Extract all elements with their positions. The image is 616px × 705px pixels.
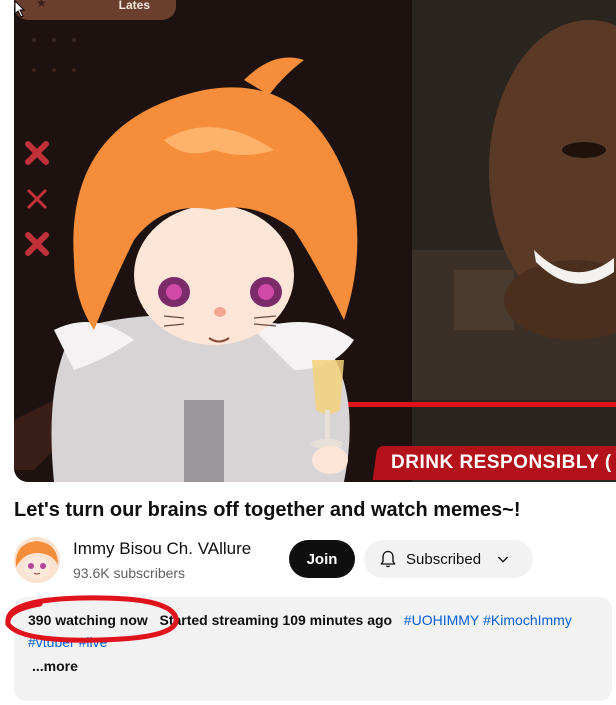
hashtag-link[interactable]: #KimochImmy (483, 612, 572, 628)
channel-name[interactable]: Immy Bisou Ch. VAllure (73, 539, 251, 559)
description-box[interactable]: 390 watching now Started streaming 109 m… (14, 597, 612, 701)
stream-started: Started streaming 109 minutes ago (159, 612, 393, 628)
watching-count: 390 watching now (28, 612, 148, 628)
hashtag-link[interactable]: #UOHIMMY (404, 612, 479, 628)
mouse-cursor-icon (14, 0, 26, 18)
video-title: Let's turn our brains off together and w… (14, 499, 521, 521)
video-player[interactable]: ★ Lates DRINK RESPONSIBLY ( (14, 0, 616, 482)
description-hashtags: #vtuber #live (28, 632, 107, 652)
hashtag-link[interactable]: #live (79, 634, 108, 650)
video-frame (14, 0, 616, 482)
join-button[interactable]: Join (289, 540, 355, 578)
channel-avatar[interactable] (14, 537, 60, 583)
text-fade (572, 607, 612, 631)
bell-icon (380, 550, 396, 568)
star-icon: ★ (36, 0, 47, 10)
description-meta-line: 390 watching now Started streaming 109 m… (28, 610, 608, 630)
avatar-image (14, 537, 60, 583)
hashtag-link[interactable]: #vtuber (28, 634, 75, 650)
drink-banner-text: DRINK RESPONSIBLY ( (391, 452, 612, 473)
subscriber-count: 93.6K subscribers (73, 565, 186, 581)
subscribed-button[interactable]: Subscribed (364, 540, 533, 578)
more-link[interactable]: ...more (32, 656, 78, 676)
subscribed-label: Subscribed (406, 550, 482, 568)
drink-banner: DRINK RESPONSIBLY ( (372, 446, 616, 480)
overlay-label: Lates (118, 0, 150, 12)
chevron-down-icon (497, 556, 509, 563)
overlay-tab: ★ Lates (14, 0, 176, 20)
